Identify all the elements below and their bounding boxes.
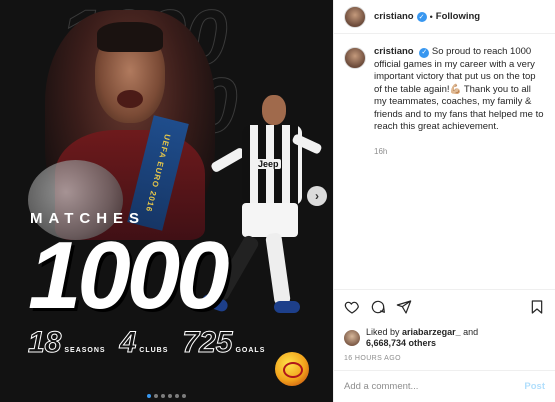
avatar[interactable] (344, 47, 366, 69)
likes-summary: Liked by ariabarzegar_ and 6,668,734 oth… (334, 323, 555, 353)
liker-avatar[interactable] (344, 330, 360, 346)
comments-area: cristiano ✓ So proud to reach 1000 offic… (334, 34, 555, 289)
post-timestamp[interactable]: 16 HOURS AGO (334, 353, 555, 370)
post-comment-button[interactable]: Post (524, 381, 545, 392)
comment-input[interactable] (344, 381, 525, 392)
stat-number: 725 (182, 326, 233, 359)
likes-prefix: Liked by (366, 327, 400, 337)
caption: cristiano ✓ So proud to reach 1000 offic… (344, 46, 545, 158)
career-stats: 18 SEASONS 4 CLUBS 725 GOALS (27, 326, 266, 359)
stat-clubs: 4 CLUBS (119, 326, 169, 359)
liker-username[interactable]: ariabarzegar_ (402, 327, 461, 337)
verified-badge-icon: ✓ (419, 48, 430, 59)
stat-number: 18 (27, 326, 62, 359)
matches-count: 1000 (28, 222, 230, 329)
carousel-indicator (0, 394, 333, 398)
caption-username[interactable]: cristiano (374, 46, 414, 57)
username-link[interactable]: cristiano (374, 11, 414, 22)
stat-label: CLUBS (139, 347, 169, 354)
carousel-dot (175, 394, 179, 398)
stat-seasons: 18 SEASONS (27, 326, 106, 359)
chevron-right-icon[interactable]: › (307, 186, 327, 206)
carousel-dot (161, 394, 165, 398)
football (275, 352, 309, 386)
following-button[interactable]: Following (436, 11, 480, 22)
heart-icon[interactable] (344, 299, 360, 315)
post-side-panel: cristiano ✓ • Following cristiano ✓ So p… (333, 0, 555, 402)
stat-label: SEASONS (64, 347, 106, 354)
post-image[interactable]: 1000 1000 UEFA EURO 2016 Jeep MATCHES 10… (0, 0, 333, 402)
avatar[interactable] (344, 5, 366, 28)
verified-badge-icon: ✓ (416, 11, 427, 22)
action-bar (334, 289, 555, 323)
caption-body: cristiano ✓ So proud to reach 1000 offic… (374, 46, 545, 158)
stat-number: 4 (119, 326, 137, 359)
caption-text: So proud to reach 1000 official games in… (374, 46, 544, 132)
instagram-post: 1000 1000 UEFA EURO 2016 Jeep MATCHES 10… (0, 0, 555, 402)
stat-label: GOALS (235, 347, 266, 354)
carousel-dot (168, 394, 172, 398)
separator: • (429, 11, 433, 22)
likes-text: Liked by ariabarzegar_ and 6,668,734 oth… (366, 327, 478, 349)
caption-time: 16h (374, 146, 388, 156)
share-icon[interactable] (396, 299, 412, 315)
stat-goals: 725 GOALS (182, 326, 266, 359)
carousel-dot (154, 394, 158, 398)
comment-icon[interactable] (370, 299, 386, 315)
likes-others-link[interactable]: 6,668,734 others (366, 338, 436, 348)
shirt-sponsor: Jeep (256, 159, 281, 169)
carousel-dot (182, 394, 186, 398)
carousel-dot (147, 394, 151, 398)
post-header: cristiano ✓ • Following (334, 0, 555, 34)
likes-and: and (463, 327, 479, 337)
comment-bar: Post (334, 370, 555, 402)
bookmark-icon[interactable] (529, 299, 545, 315)
